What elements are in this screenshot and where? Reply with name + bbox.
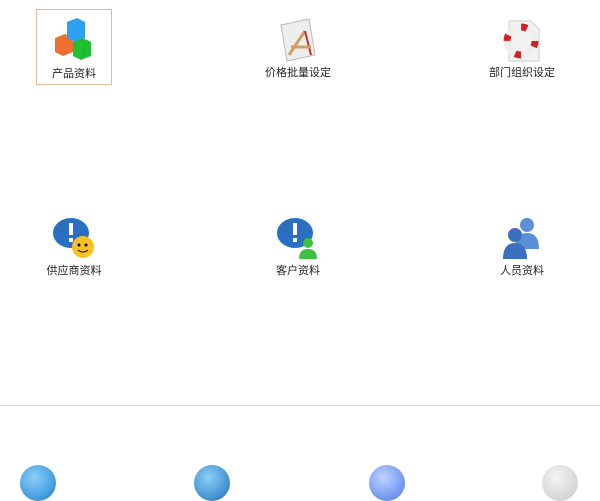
blue-orb-icon[interactable] <box>369 465 405 501</box>
item-label: 部门组织设定 <box>489 66 555 79</box>
item-label: 产品资料 <box>52 67 96 80</box>
supplier-chat-icon <box>53 218 94 258</box>
department-org-item[interactable]: 部门组织设定 <box>484 9 560 85</box>
cubes-icon: 1 <box>55 18 91 60</box>
svg-text:1: 1 <box>81 48 87 58</box>
section-divider <box>0 405 600 406</box>
item-label: 价格批量设定 <box>265 66 331 79</box>
refresh-globe-icon[interactable] <box>20 465 56 501</box>
item-label: 客户资料 <box>276 264 320 277</box>
lifebuoy-icon <box>503 20 540 62</box>
users-icon <box>503 218 539 259</box>
globe-tool-icon[interactable] <box>194 465 230 501</box>
supplier-data-item[interactable]: 供应商资料 <box>36 207 112 283</box>
item-label: 人员资料 <box>500 264 544 277</box>
customer-data-item[interactable]: 客户资料 <box>260 207 336 283</box>
item-label: 供应商资料 <box>46 264 102 277</box>
gray-disc-icon[interactable] <box>542 465 578 501</box>
staff-data-item[interactable]: 人员资料 <box>484 207 560 283</box>
price-batch-item[interactable]: 价格批量设定 <box>260 9 336 85</box>
design-tools-icon <box>280 18 316 62</box>
product-data-item[interactable]: 1 产品资料 <box>36 9 112 85</box>
customer-chat-icon <box>277 218 317 259</box>
